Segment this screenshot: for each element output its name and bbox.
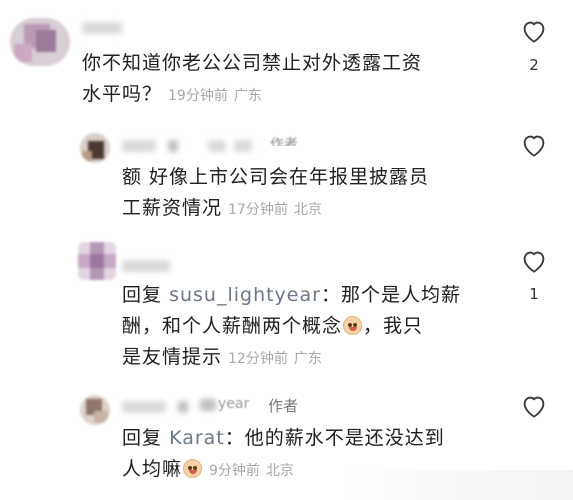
avatar[interactable] [80,395,110,425]
location: 广东 [293,351,322,367]
comment-line: 你不知道你老公公司禁止对外透露工资 [82,52,423,74]
username-blurred[interactable] [208,140,226,152]
heart-outline-icon [523,135,545,157]
comment-item: 你不知道你老公公司禁止对外透露工资 水平吗？ 19分钟前 广东 2 [0,0,573,120]
comment-line: 是友情提示 [122,346,223,368]
avatar[interactable] [10,18,70,66]
heart-outline-icon [523,21,545,43]
username-blurred[interactable] [82,22,122,34]
crying-face-icon [343,316,363,335]
location: 广东 [233,88,262,104]
username-blurred[interactable] [200,399,216,411]
comment-line: 酬，和个人薪酬两个概念 [122,315,343,337]
heart-outline-icon [523,396,545,418]
like-button[interactable] [519,391,549,421]
comment-item: 回复 susu_lightyear：那个是人均薪 酬，和个人薪酬两个概念 ，我只 … [0,238,573,378]
location: 北京 [265,463,294,479]
like-button[interactable] [519,16,549,46]
like-button[interactable] [519,246,549,276]
timestamp: 19分钟前 [168,88,228,104]
username-tail[interactable]: year [218,396,249,412]
comment-line: ：那个是人均薪 [320,284,461,306]
username-blurred[interactable] [122,140,156,152]
comment-item: 作者 额 好像上市公司会在年报里披露员 工薪资情况 17分钟前 北京 [0,120,573,238]
like-count: 1 [529,285,539,303]
bottom-fade [340,470,573,500]
author-tag: 作者 [268,397,299,415]
comment-line: 工薪资情况 [122,197,223,219]
author-tag: 作者 [270,137,298,153]
avatar[interactable] [80,133,110,163]
comment-text: 额 好像上市公司会在年报里披露员 工薪资情况 17分钟前 北京 [122,162,492,226]
comment-line: ：他的薪水不是还没达到 [224,427,445,449]
comment-text: 你不知道你老公公司禁止对外透露工资 水平吗？ 19分钟前 广东 [82,48,502,112]
heart-outline-icon [523,251,545,273]
avatar[interactable] [78,242,116,280]
username-blurred[interactable] [178,401,188,413]
timestamp: 12分钟前 [228,351,288,367]
location: 北京 [293,202,322,218]
timestamp: 17分钟前 [228,202,288,218]
comment-line: 额 好像上市公司会在年报里披露员 [122,166,430,188]
comment-line: 水平吗？ [82,83,163,105]
crying-face-icon [183,459,203,478]
like-button[interactable] [519,130,549,160]
username-blurred[interactable] [234,140,252,152]
username-blurred[interactable] [168,140,178,152]
comment-line: ，我只 [363,315,424,337]
reply-prefix: 回复 [122,284,163,306]
username-blurred[interactable] [122,260,170,272]
mention-link[interactable]: susu_lightyear [169,284,321,306]
like-count: 2 [529,56,539,74]
comment-line: 人均嘛 [122,458,183,480]
comment-text: 回复 susu_lightyear：那个是人均薪 酬，和个人薪酬两个概念 ，我只 … [122,280,522,375]
username-blurred[interactable] [122,401,166,413]
timestamp: 9分钟前 [209,463,260,479]
reply-prefix: 回复 [122,427,163,449]
mention-link[interactable]: Karat [169,427,225,449]
